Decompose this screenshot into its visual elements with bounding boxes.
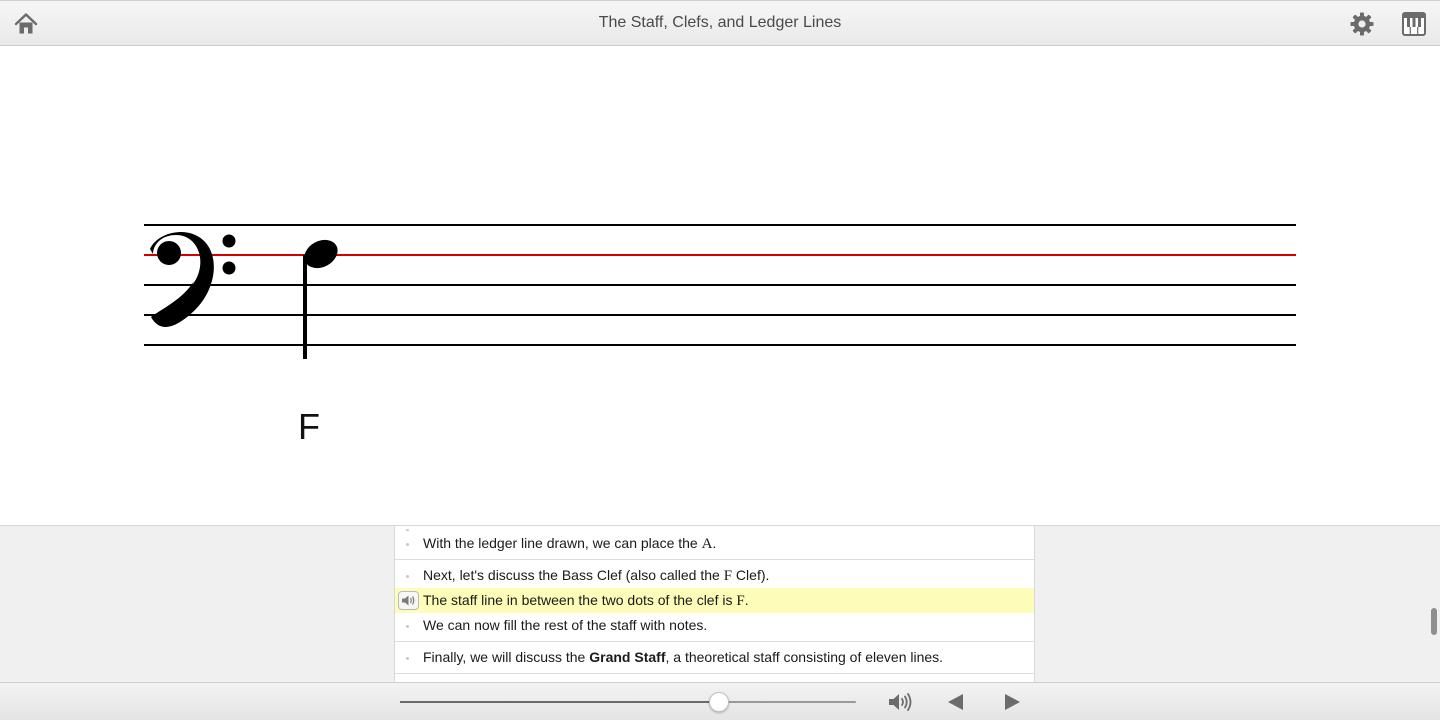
bullet-dot xyxy=(406,625,409,628)
play-sentence-button[interactable] xyxy=(398,591,419,610)
notation-area: F xyxy=(0,47,1440,525)
previous-button[interactable] xyxy=(943,691,969,713)
volume-button[interactable] xyxy=(887,691,913,713)
bullet-dot xyxy=(406,657,409,660)
bass-clef-symbol xyxy=(150,232,236,327)
transcript-sentence[interactable]: We can now fill the rest of the staff wi… xyxy=(395,613,1034,638)
sentence-text: With the ledger line drawn, we can place… xyxy=(423,535,702,551)
progress-slider[interactable] xyxy=(400,692,856,712)
transcript-sentence-active[interactable]: The staff line in between the two dots o… xyxy=(395,588,1034,613)
window-title: The Staff, Clefs, and Ledger Lines xyxy=(598,14,842,31)
speaker-icon xyxy=(889,693,912,711)
piano-keyboard-icon xyxy=(1402,12,1426,36)
transcript-list[interactable]: With the ledger line drawn, we can place… xyxy=(394,526,1035,683)
transcript-sentence[interactable]: Finally, we will discuss the Grand Staff… xyxy=(395,645,1034,670)
playback-bar xyxy=(0,682,1440,720)
transcript-paragraph: Next, let's discuss the Bass Clef (also … xyxy=(395,560,1034,642)
progress-slider-thumb[interactable] xyxy=(709,692,730,712)
quarter-note xyxy=(303,239,338,359)
sentence-text: Finally, we will discuss the xyxy=(423,649,590,665)
vertical-scrollbar-thumb[interactable] xyxy=(1431,608,1437,635)
note-letter: F xyxy=(723,568,733,584)
staff xyxy=(144,224,1296,359)
sentence-text: The staff line in between the two dots o… xyxy=(423,592,737,608)
note-name-label: F xyxy=(298,406,320,447)
title-bar: The Staff, Clefs, and Ledger Lines xyxy=(0,0,1440,46)
sentence-text: We can now fill the rest of the staff wi… xyxy=(423,617,708,633)
bullet-dot xyxy=(406,575,409,578)
gear-icon xyxy=(1350,12,1374,36)
note-letter: A xyxy=(701,536,713,552)
transcript-paragraph: With the ledger line drawn, we can place… xyxy=(395,526,1034,560)
transcript-panel: With the ledger line drawn, we can place… xyxy=(0,525,1440,683)
progress-fill xyxy=(400,701,720,703)
sentence-text: Next, let's discuss the Bass Clef (also … xyxy=(423,567,724,583)
next-button[interactable] xyxy=(999,691,1025,713)
bullet-dot xyxy=(406,543,409,546)
transcript-sentence[interactable]: Next, let's discuss the Bass Clef (also … xyxy=(395,563,1034,588)
speaker-icon xyxy=(402,595,415,606)
note-letter: F xyxy=(736,593,745,609)
transcript-sentence[interactable]: With the ledger line drawn, we can place… xyxy=(395,531,1034,556)
keyboard-button[interactable] xyxy=(1401,11,1427,37)
transcript-paragraph: Finally, we will discuss the Grand Staff… xyxy=(395,642,1034,674)
triangle-left-icon xyxy=(948,694,963,710)
bold-term: Grand Staff xyxy=(589,649,666,665)
settings-button[interactable] xyxy=(1349,11,1375,37)
triangle-right-icon xyxy=(1005,694,1020,710)
